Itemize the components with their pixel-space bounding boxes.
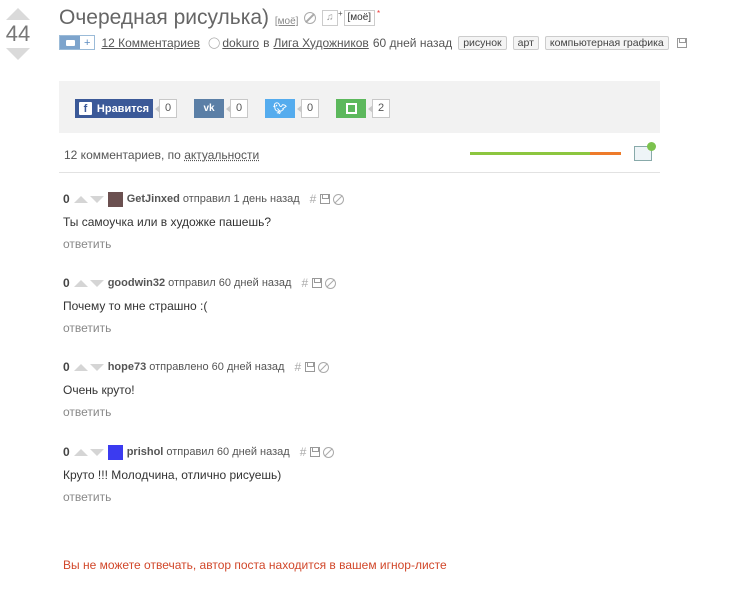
comment-meta: 0 hope73 отправлено 60 дней назад # — [63, 359, 623, 375]
add-photo-plus: + — [84, 36, 91, 49]
hash-link-icon[interactable]: # — [310, 192, 317, 206]
comment-action: отправил 60 дней назад — [168, 277, 292, 289]
post-info-line: + 12 Комментариев ◯ dokuro в Лига Художн… — [59, 35, 690, 50]
comment-action: отправлено 60 дней назад — [149, 361, 285, 373]
avatar[interactable] — [107, 191, 123, 207]
comment-text: Очень круто! — [63, 383, 135, 397]
post-vote-column: 44 — [0, 8, 36, 60]
comment-score: 0 — [63, 360, 70, 374]
twitter-icon: 🐦︎ — [265, 99, 295, 118]
check-badge-icon — [647, 142, 656, 151]
reply-link[interactable]: ответить — [63, 237, 111, 251]
hash-link-icon[interactable]: # — [301, 276, 308, 290]
upvote-arrow-icon[interactable] — [6, 8, 30, 20]
comment-text: Почему то мне страшно :( — [63, 299, 208, 313]
comment-action: отправил 1 день назад — [182, 193, 300, 205]
ignore-icon[interactable] — [323, 446, 335, 458]
comments-header: 12 комментариев, по актуальности — [64, 148, 259, 162]
facebook-label: Нравится — [96, 102, 149, 115]
post-title-row: Очередная рисулька) [моё] ♫ + [моё] * — [59, 6, 380, 30]
twitter-count: 0 — [296, 99, 320, 118]
moe-badge-label: [моё] — [347, 12, 372, 24]
user-icon: ◯ — [208, 37, 221, 49]
comment-action: отправил 60 дней назад — [166, 446, 290, 458]
tag-art[interactable]: арт — [512, 35, 539, 50]
comment-downvote-icon[interactable] — [89, 195, 104, 203]
hash-link-icon[interactable]: # — [294, 360, 301, 374]
comment-text: Круто !!! Молодчина, отлично рисуешь) — [63, 468, 282, 482]
facebook-icon: f Нравится — [75, 99, 153, 118]
ignore-notice: Вы не можете отвечать, автор поста наход… — [63, 558, 447, 572]
save-comment-icon[interactable] — [305, 362, 316, 372]
reply-link[interactable]: ответить — [63, 321, 111, 335]
comment-score: 0 — [63, 192, 70, 206]
comment-item: 0 hope73 отправлено 60 дней назад # Очен… — [63, 359, 623, 421]
tag-computer-graphics[interactable]: компьютерная графика — [544, 35, 669, 50]
comment-downvote-icon[interactable] — [89, 279, 104, 287]
comment-username[interactable]: hope73 — [108, 361, 147, 373]
comment-downvote-icon[interactable] — [89, 448, 104, 456]
vk-count: 0 — [225, 99, 249, 118]
author-link[interactable]: dokuro — [222, 36, 259, 50]
rating-bar-negative — [590, 152, 621, 155]
post-title[interactable]: Очередная рисулька) — [59, 6, 269, 29]
comment-score: 0 — [63, 445, 70, 459]
ignore-icon[interactable] — [318, 361, 330, 373]
sort-selector[interactable]: актуальности — [184, 148, 259, 162]
tag-risunok[interactable]: рисунок — [458, 35, 507, 50]
comment-username[interactable]: goodwin32 — [108, 277, 165, 289]
facebook-count: 0 — [154, 99, 178, 118]
add-photo-button[interactable]: + — [59, 35, 96, 50]
comment-item: 0 goodwin32 отправил 60 дней назад # Поч… — [63, 275, 623, 337]
reply-link[interactable]: ответить — [63, 405, 111, 419]
community-link[interactable]: Лига Художников — [273, 36, 368, 50]
comment-text: Ты самоучка или в художке пашешь? — [63, 215, 272, 229]
comments-header-prefix: 12 комментариев, по — [64, 148, 181, 162]
post-score: 44 — [5, 21, 31, 46]
moe-tag-link[interactable]: [моё] — [275, 16, 299, 27]
camera-icon — [60, 36, 80, 49]
bell-subscribe-icon[interactable]: ♫ + — [322, 9, 343, 27]
facebook-like-button[interactable]: f Нравится 0 — [75, 99, 178, 118]
comment-meta: 0 GetJinxed отправил 1 день назад # — [63, 191, 623, 207]
comment-item: 0 prishol отправил 60 дней назад # Круто… — [63, 444, 623, 506]
comment-score: 0 — [63, 276, 70, 290]
comment-upvote-icon[interactable] — [73, 279, 88, 287]
divider — [59, 172, 660, 173]
comment-username[interactable]: GetJinxed — [127, 193, 180, 205]
in-word: в — [263, 35, 270, 50]
comment-upvote-icon[interactable] — [73, 448, 88, 456]
save-post-icon[interactable] — [676, 37, 687, 48]
moe-badge: [моё] * — [343, 9, 380, 27]
comments-count-link[interactable]: 12 Комментариев — [101, 36, 200, 50]
comment-upvote-icon[interactable] — [73, 363, 88, 371]
comment-item: 0 GetJinxed отправил 1 день назад # Ты с… — [63, 191, 623, 253]
downvote-arrow-icon[interactable] — [6, 48, 30, 60]
vk-share-button[interactable]: vk 0 — [194, 99, 249, 118]
comment-upvote-icon[interactable] — [73, 195, 88, 203]
share-bar: f Нравится 0 vk 0 🐦︎ 0 2 — [59, 81, 660, 133]
rating-bar-positive — [470, 152, 590, 155]
comment-meta: 0 prishol отправил 60 дней назад # — [63, 444, 623, 460]
avatar[interactable] — [107, 444, 123, 460]
comment-downvote-icon[interactable] — [89, 363, 104, 371]
save-comment-icon[interactable] — [312, 278, 323, 288]
save-share-button[interactable]: 2 — [336, 99, 391, 118]
reply-link[interactable]: ответить — [63, 490, 111, 504]
floppy-save-icon — [336, 99, 366, 118]
comment-username[interactable]: prishol — [127, 446, 164, 458]
save-count: 2 — [367, 99, 391, 118]
post-time: 60 дней назад — [372, 35, 453, 50]
ignore-icon[interactable] — [304, 12, 317, 25]
vk-icon: vk — [194, 99, 224, 118]
moe-asterisk: * — [376, 9, 381, 19]
hash-link-icon[interactable]: # — [300, 445, 307, 459]
twitter-share-button[interactable]: 🐦︎ 0 — [265, 99, 320, 118]
images-toggle-icon[interactable] — [634, 142, 656, 161]
ignore-icon[interactable] — [333, 193, 345, 205]
save-comment-icon[interactable] — [310, 447, 321, 457]
ignore-icon[interactable] — [325, 277, 337, 289]
save-comment-icon[interactable] — [320, 194, 331, 204]
comment-meta: 0 goodwin32 отправил 60 дней назад # — [63, 275, 623, 291]
